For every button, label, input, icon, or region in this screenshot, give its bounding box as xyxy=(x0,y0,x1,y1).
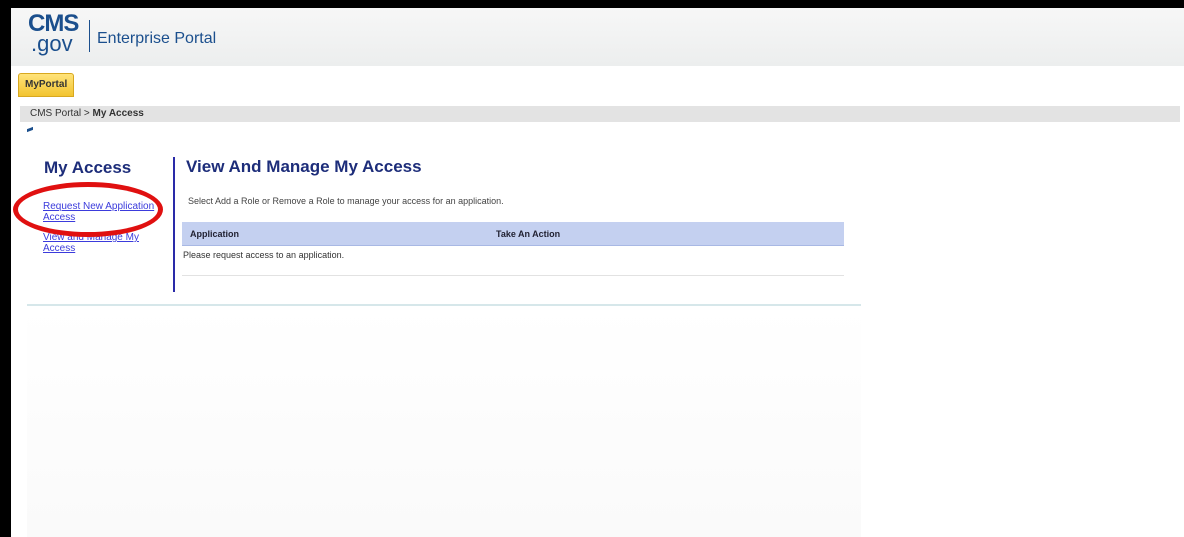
logo-divider xyxy=(89,20,90,52)
screenshot-frame-left xyxy=(0,0,11,537)
screenshot-frame-top xyxy=(0,0,1184,8)
breadcrumb-root-link[interactable]: CMS Portal xyxy=(30,108,81,119)
cms-logo[interactable]: CMS .gov xyxy=(28,12,84,60)
access-table-header: Application Take An Action xyxy=(182,222,844,246)
sidebar-title: My Access xyxy=(44,158,132,177)
tab-myportal[interactable]: MyPortal xyxy=(18,73,75,97)
site-header: CMS .gov Enterprise Portal xyxy=(11,8,1184,66)
breadcrumb-separator: > xyxy=(81,108,93,119)
red-annotation-circle xyxy=(13,182,163,237)
content-lower-area xyxy=(27,306,861,537)
breadcrumb: CMS Portal > My Access xyxy=(30,108,144,120)
empty-table-message: Please request access to an application. xyxy=(183,250,345,260)
instructions-text: Select Add a Role or Remove a Role to ma… xyxy=(188,196,504,206)
decorative-mark xyxy=(27,126,33,133)
table-bottom-divider xyxy=(182,275,844,276)
breadcrumb-bar: CMS Portal > My Access xyxy=(20,106,1180,122)
breadcrumb-current: My Access xyxy=(92,108,144,119)
column-header-take-an-action: Take An Action xyxy=(496,229,561,239)
portal-title: Enterprise Portal xyxy=(97,30,217,47)
column-header-application: Application xyxy=(190,229,239,239)
sidebar-divider xyxy=(173,157,175,292)
logo-secondary-text: .gov xyxy=(31,31,73,56)
page-title: View And Manage My Access xyxy=(186,157,422,176)
